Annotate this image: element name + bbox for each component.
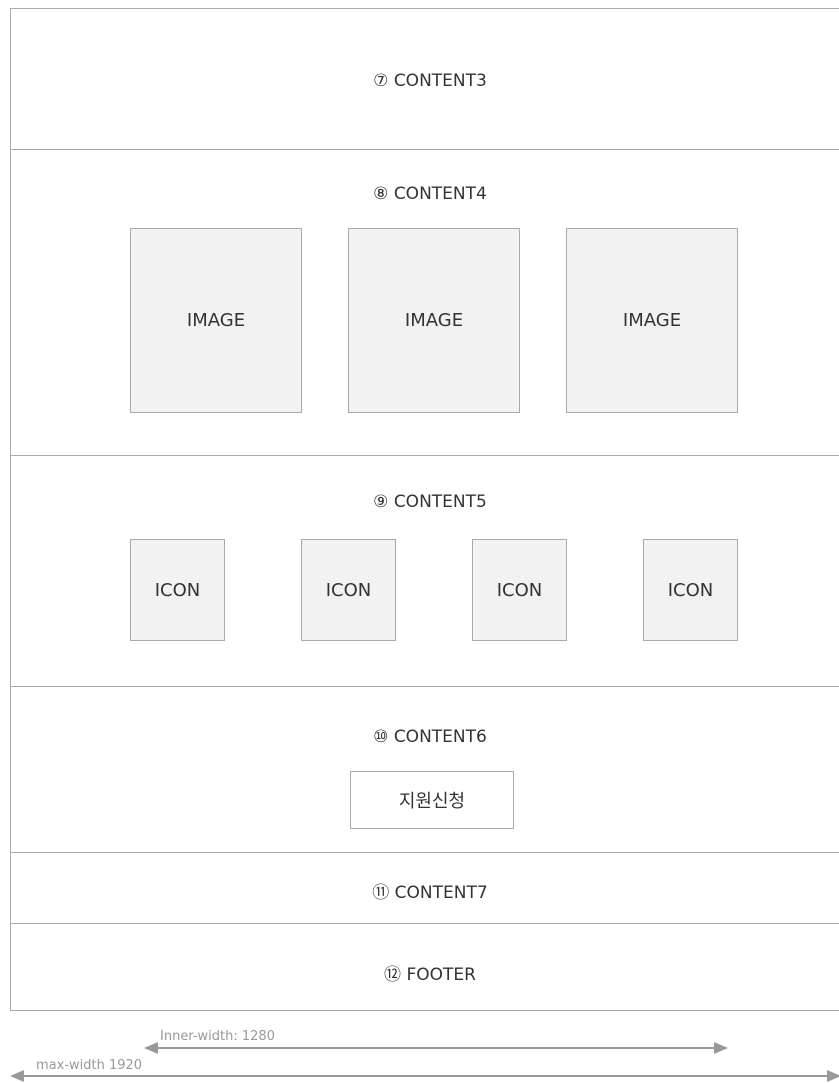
icon-placeholder-4: ICON	[643, 539, 738, 641]
arrow-right-icon	[714, 1042, 728, 1054]
section-content5: ⑨ CONTENT5 ICON ICON ICON ICON	[11, 456, 839, 687]
inner-width-arrow	[144, 1041, 728, 1055]
section-content6-label: ⑩ CONTENT6	[373, 727, 487, 747]
section-content7-label: ⑪ CONTENT7	[372, 883, 488, 903]
icon-placeholder-1: ICON	[130, 539, 225, 641]
image-placeholder-2: IMAGE	[348, 228, 520, 413]
wireframe-frame: ⑦ CONTENT3 ⑧ CONTENT4 IMAGE IMAGE IMAGE …	[10, 8, 839, 1011]
section-content7: ⑪ CONTENT7	[11, 853, 839, 924]
apply-button[interactable]: 지원신청	[350, 771, 514, 829]
section-content4-label: ⑧ CONTENT4	[373, 184, 487, 204]
section-content6: ⑩ CONTENT6 지원신청	[11, 687, 839, 853]
section-footer-label: ⑫ FOOTER	[384, 965, 476, 985]
arrow-left-icon	[144, 1042, 158, 1054]
section-content3: ⑦ CONTENT3	[11, 9, 839, 150]
section-content3-label: ⑦ CONTENT3	[373, 71, 487, 91]
section-content5-label: ⑨ CONTENT5	[373, 492, 487, 512]
arrow-right-icon	[827, 1070, 839, 1082]
section-footer: ⑫ FOOTER	[11, 924, 839, 1012]
image-placeholder-1: IMAGE	[130, 228, 302, 413]
icon-placeholder-3: ICON	[472, 539, 567, 641]
image-placeholder-3: IMAGE	[566, 228, 738, 413]
icon-placeholder-2: ICON	[301, 539, 396, 641]
section-content4: ⑧ CONTENT4 IMAGE IMAGE IMAGE	[11, 150, 839, 456]
arrow-left-icon	[10, 1070, 24, 1082]
max-width-arrow	[10, 1069, 839, 1083]
